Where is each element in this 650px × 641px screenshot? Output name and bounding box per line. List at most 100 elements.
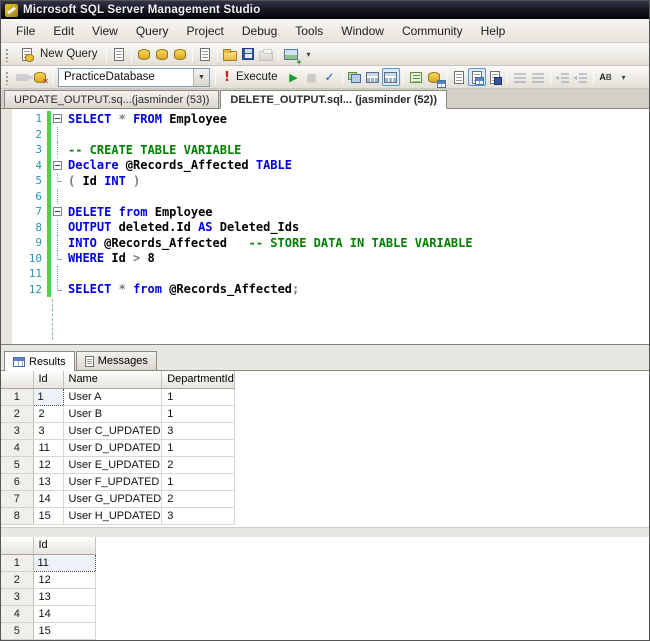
- row-header-cell[interactable]: 1: [1, 388, 34, 406]
- grid-cell[interactable]: User E_UPDATED: [63, 456, 163, 474]
- template-parameters-icon[interactable]: [407, 68, 425, 86]
- document-tab-1[interactable]: UPDATE_OUTPUT.sq...(jasminder (53)): [4, 90, 220, 108]
- grid-cell[interactable]: 14: [33, 605, 96, 623]
- add-image-icon[interactable]: +: [282, 45, 302, 67]
- row-header-cell[interactable]: 8: [1, 507, 34, 525]
- open-document-icon[interactable]: [196, 45, 214, 63]
- grid-cell[interactable]: 1: [32, 387, 64, 406]
- print-icon[interactable]: [257, 45, 275, 63]
- menu-item-help[interactable]: Help: [472, 21, 515, 41]
- menu-item-tools[interactable]: Tools: [286, 21, 332, 41]
- row-header-cell[interactable]: 5: [1, 456, 34, 474]
- sql-editor[interactable]: 1 SELECT * FROM Employee 2 3 -- CREATE TABLE…: [1, 109, 649, 345]
- menu-item-query[interactable]: Query: [127, 21, 178, 41]
- grid-cell[interactable]: 1: [161, 388, 235, 406]
- collapse-box-icon[interactable]: [53, 160, 62, 170]
- grid-cell[interactable]: User B: [63, 405, 163, 423]
- design-query-icon[interactable]: [425, 68, 446, 88]
- menu-item-window[interactable]: Window: [332, 21, 393, 41]
- menu-item-project[interactable]: Project: [178, 21, 233, 41]
- fold-margin[interactable]: [51, 204, 65, 220]
- row-header-cell[interactable]: 4: [1, 605, 34, 623]
- new-document-icon[interactable]: [110, 45, 128, 63]
- estimated-plan-icon[interactable]: [346, 68, 364, 86]
- grid-corner-cell[interactable]: [1, 371, 34, 389]
- row-header-cell[interactable]: 4: [1, 439, 34, 457]
- comment-lines-icon[interactable]: [511, 68, 529, 86]
- menu-item-edit[interactable]: Edit: [44, 21, 83, 41]
- menu-item-community[interactable]: Community: [393, 21, 472, 41]
- row-header-cell[interactable]: 1: [1, 554, 34, 572]
- grid-cell[interactable]: User G_UPDATED: [63, 490, 163, 508]
- grid-column-header[interactable]: Id: [33, 537, 96, 555]
- grid-corner-cell[interactable]: [1, 537, 34, 555]
- grid-cell[interactable]: 14: [33, 490, 64, 508]
- grid-column-header[interactable]: Id: [33, 371, 64, 389]
- new-dmx-query-icon[interactable]: [153, 45, 171, 63]
- debug-play-icon[interactable]: ▶: [285, 68, 303, 86]
- grid-cell[interactable]: 11: [32, 553, 96, 572]
- grid-column-header[interactable]: DepartmentId: [161, 371, 235, 389]
- toolbar-overflow-icon[interactable]: ▾: [300, 45, 318, 63]
- grid-cell[interactable]: 11: [33, 439, 64, 457]
- collapse-box-icon[interactable]: [53, 114, 62, 123]
- grid-cell[interactable]: 1: [161, 439, 235, 457]
- grid-cell[interactable]: 13: [33, 588, 96, 606]
- grid-cell[interactable]: 15: [33, 507, 64, 525]
- grid-cell[interactable]: 3: [161, 422, 235, 440]
- row-header-cell[interactable]: 3: [1, 588, 34, 606]
- toolbar-overflow-icon[interactable]: ▾: [615, 68, 633, 86]
- grid-cell[interactable]: 2: [161, 456, 235, 474]
- grid-cell[interactable]: 13: [33, 473, 64, 491]
- grid-cell[interactable]: 1: [161, 405, 235, 423]
- save-icon[interactable]: [239, 45, 257, 63]
- new-xmla-query-icon[interactable]: [171, 45, 189, 63]
- stop-icon[interactable]: ■: [303, 68, 321, 86]
- row-header-cell[interactable]: 2: [1, 405, 34, 423]
- uncomment-lines-icon[interactable]: [529, 68, 547, 86]
- menu-item-view[interactable]: View: [83, 21, 127, 41]
- increase-indent-icon[interactable]: [572, 68, 590, 86]
- rename-ab-icon[interactable]: AB: [597, 68, 615, 86]
- execute-button[interactable]: ! Execute: [219, 68, 285, 87]
- menu-item-file[interactable]: File: [7, 21, 44, 41]
- grid-cell[interactable]: 1: [161, 473, 235, 491]
- row-header-cell[interactable]: 3: [1, 422, 34, 440]
- collapse-box-icon[interactable]: [53, 207, 62, 216]
- results-tab-results[interactable]: Results: [4, 351, 75, 371]
- grid-cell[interactable]: 2: [161, 490, 235, 508]
- grid-cell[interactable]: 3: [161, 507, 235, 525]
- grid-cell[interactable]: 12: [33, 456, 64, 474]
- grid-cell[interactable]: 15: [33, 622, 96, 640]
- query-options-icon[interactable]: [364, 68, 382, 86]
- grid-cell[interactable]: User C_UPDATED: [63, 422, 163, 440]
- results-to-file-icon[interactable]: [486, 68, 504, 86]
- open-folder-icon[interactable]: [221, 45, 239, 63]
- new-query-button[interactable]: New Query: [13, 43, 103, 65]
- fold-margin[interactable]: [51, 158, 65, 174]
- connect-icon[interactable]: [13, 68, 33, 86]
- results-tab-messages[interactable]: Messages: [75, 351, 157, 370]
- row-header-cell[interactable]: 6: [1, 473, 34, 491]
- database-selector-dropdown-icon[interactable]: ▼: [193, 68, 209, 86]
- database-selector[interactable]: PracticeDatabase ▼: [58, 67, 210, 87]
- grid-column-header[interactable]: Name: [63, 371, 163, 389]
- grid-cell[interactable]: User F_UPDATED: [63, 473, 163, 491]
- change-connection-icon[interactable]: [31, 68, 49, 86]
- menu-item-debug[interactable]: Debug: [233, 21, 286, 41]
- grid-cell[interactable]: User H_UPDATED: [63, 507, 163, 525]
- toolbar-grip[interactable]: [5, 46, 10, 62]
- results-to-text-icon[interactable]: [450, 68, 468, 86]
- decrease-indent-icon[interactable]: [554, 68, 572, 86]
- fold-margin[interactable]: [51, 111, 65, 127]
- toolbar-grip[interactable]: [5, 69, 10, 85]
- grid-cell[interactable]: User A: [63, 388, 163, 406]
- results-to-grid-icon[interactable]: [467, 68, 486, 86]
- row-header-cell[interactable]: 7: [1, 490, 34, 508]
- grid-cell[interactable]: 3: [33, 422, 64, 440]
- grid-cell[interactable]: 2: [33, 405, 64, 423]
- row-header-cell[interactable]: 2: [1, 571, 34, 589]
- intellisense-enabled-icon[interactable]: [381, 68, 400, 86]
- parse-icon[interactable]: ✓: [321, 68, 339, 86]
- row-header-cell[interactable]: 5: [1, 622, 34, 640]
